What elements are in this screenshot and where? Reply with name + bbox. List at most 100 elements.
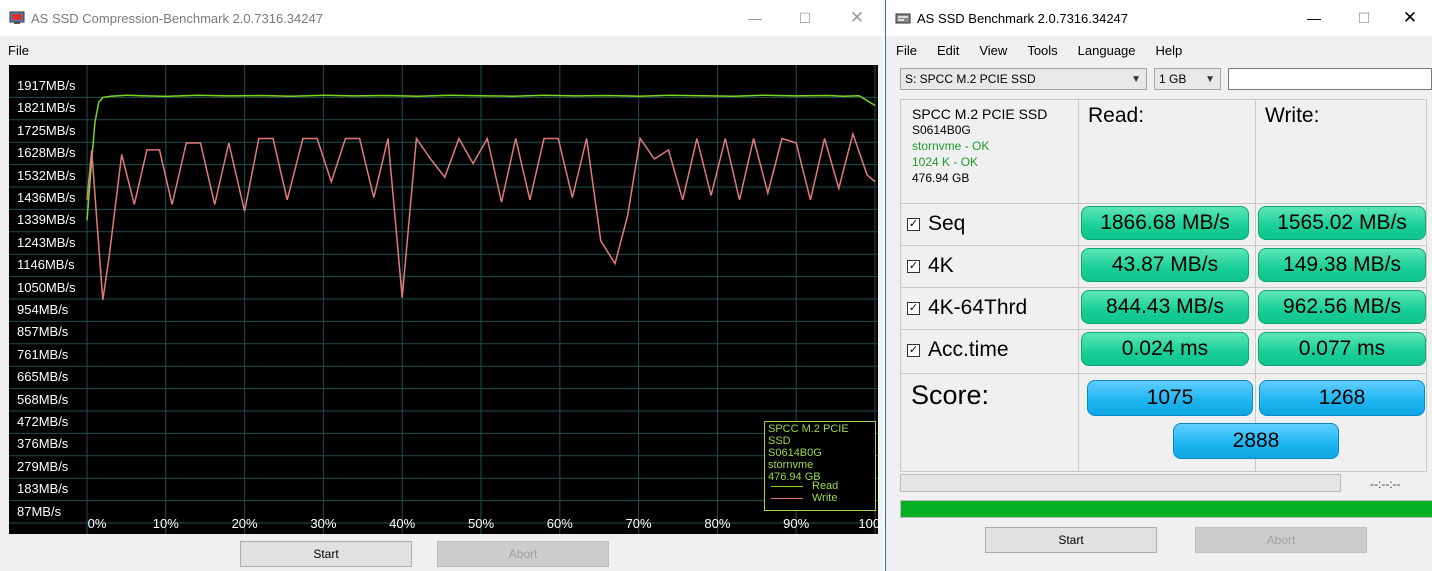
abort-button[interactable]: Abort [1195,527,1367,553]
4k-64thrd-checkbox[interactable]: ✓ [907,301,920,315]
minimize-button[interactable]: — [732,0,778,36]
compression-chart: 1917MB/s 1821MB/s 1725MB/s 1628MB/s 1532MB/s… [9,65,892,534]
y-tick-label: 665MB/s [17,369,69,385]
window-title: AS SSD Compression-Benchmark 2.0.7316.34… [31,10,323,26]
legend-write-swatch [771,497,803,499]
test-progress-bar [900,474,1341,492]
y-tick-label: 87MB/s [17,503,62,519]
legend-read-swatch [771,485,803,487]
menu-bar: File [0,36,883,64]
menu-bar: File Edit View Tools Language Help [886,36,1432,64]
chart-legend: SPCC M.2 PCIE SSD S0614B0G stornvme 476.… [764,421,876,511]
maximize-button[interactable]: ☐ [1341,0,1387,36]
y-tick-label: 1243MB/s [17,234,76,250]
x-tick-label: 90% [783,516,810,531]
grid-line [901,245,1426,246]
x-tick-label: 60% [546,516,573,531]
row-acc-time[interactable]: ✓ Acc.time [907,334,1009,366]
legend-read-label: Read [812,480,839,492]
4k-64thrd-write-value: 962.56 MB/s [1258,290,1426,324]
score-write-value: 1268 [1259,380,1425,416]
overall-progress-fill [901,501,1432,517]
row-4k[interactable]: ✓ 4K [907,250,954,282]
y-tick-label: 279MB/s [17,458,69,474]
y-tick-label: 954MB/s [17,302,69,317]
menu-help[interactable]: Help [1146,43,1193,58]
start-button[interactable]: Start [985,527,1157,553]
legend-driver: stornvme [768,459,814,471]
menu-file[interactable]: File [0,43,37,58]
abort-button[interactable]: Abort [437,541,609,567]
4k-checkbox[interactable]: ✓ [907,259,920,273]
drive-driver: stornvme - OK [912,139,990,153]
y-tick-label: 472MB/s [17,414,69,429]
drive-select[interactable]: S: SPCC M.2 PCIE SSD ▼ [900,68,1147,90]
legend-write-label: Write [812,492,838,504]
grid-line [901,329,1426,330]
size-select[interactable]: 1 GB ▼ [1154,68,1221,90]
y-tick-label: 1821MB/s [17,100,76,116]
y-tick-label: 1628MB/s [17,145,76,161]
menu-file[interactable]: File [886,43,927,58]
score-total-value: 2888 [1173,423,1339,459]
y-tick-label: 1532MB/s [17,167,76,183]
start-button[interactable]: Start [240,541,412,567]
overall-progress-bar [900,500,1432,518]
acc-time-label: Acc.time [928,338,1009,361]
y-tick-label: 183MB/s [17,481,69,497]
compression-benchmark-window: AS SSD Compression-Benchmark 2.0.7316.34… [0,0,892,571]
drive-info: SPCC M.2 PCIE SSD S0614B0G stornvme - OK… [912,106,1047,186]
row-4k-64thrd[interactable]: ✓ 4K-64Thrd [907,292,1027,324]
menu-tools[interactable]: Tools [1017,43,1067,58]
x-tick-label: 40% [389,516,416,531]
results-grid: SPCC M.2 PCIE SSD S0614B0G stornvme - OK… [900,99,1427,472]
x-tick-label: 80% [704,516,731,531]
y-tick-label: 568MB/s [17,391,69,407]
notes-input[interactable] [1228,68,1432,90]
grid-line [901,287,1426,288]
x-tick-label: 10% [152,516,179,531]
write-header: Write: [1265,104,1320,127]
4k-label: 4K [928,254,954,277]
legend-write: Write [771,492,837,504]
4k-read-value: 43.87 MB/s [1081,248,1249,282]
seq-label: Seq [928,212,966,235]
x-tick-label: 20% [231,516,258,531]
4k-write-value: 149.38 MB/s [1258,248,1426,282]
menu-language[interactable]: Language [1068,43,1146,58]
x-tick-label: 70% [625,516,652,531]
close-button[interactable]: ✕ [1387,0,1432,36]
close-button[interactable]: ✕ [834,0,880,36]
minimize-button[interactable]: — [1291,0,1337,36]
grid-line [901,203,1426,204]
read-header: Read: [1088,104,1145,127]
seq-checkbox[interactable]: ✓ [907,217,920,231]
y-tick-label: 857MB/s [17,324,69,340]
menu-view[interactable]: View [969,43,1017,58]
drive-alignment: 1024 K - OK [912,155,979,169]
y-tick-label: 1725MB/s [17,122,76,138]
drive-select-value: S: SPCC M.2 PCIE SSD [905,72,1036,86]
drive-name: SPCC M.2 PCIE SSD [912,106,1048,122]
acc-time-read-value: 0.024 ms [1081,332,1249,366]
menu-edit[interactable]: Edit [927,43,969,58]
score-read-value: 1075 [1087,380,1253,416]
maximize-button[interactable]: ☐ [782,0,828,36]
y-tick-label: 1146MB/s [17,257,75,273]
y-tick-label: 761MB/s [17,346,69,362]
chart-plot-area [9,65,878,534]
acc-time-checkbox[interactable]: ✓ [907,343,920,357]
elapsed-time: --:--:-- [1370,477,1401,491]
seq-read-value: 1866.68 MB/s [1081,206,1249,240]
drive-firmware: S0614B0G [912,123,971,137]
grid-line [1078,100,1079,471]
app-icon [895,13,911,24]
legend-firmware: S0614B0G [768,447,822,459]
y-tick-label: 1917MB/s [17,78,76,93]
drive-size: 476.94 GB [912,171,970,185]
benchmark-window: AS SSD Benchmark 2.0.7316.34247 — ☐ ✕ Fi… [885,0,1432,571]
app-icon [9,11,25,24]
x-tick-label: 0% [87,516,107,531]
grid-line [901,373,1426,374]
row-seq[interactable]: ✓ Seq [907,208,965,240]
